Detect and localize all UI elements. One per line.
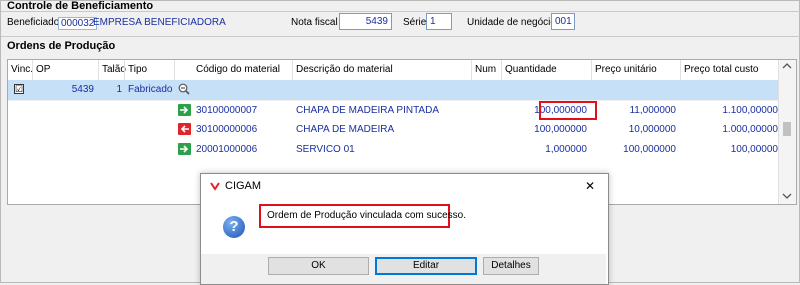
- col-talao[interactable]: Talão: [102, 64, 126, 75]
- nota-fiscal-label: Nota fiscal: [291, 17, 338, 28]
- cell-descricao: CHAPA DE MADEIRA PINTADA: [296, 105, 439, 116]
- col-divider: [174, 60, 175, 80]
- question-icon: ?: [223, 216, 245, 238]
- col-descricao[interactable]: Descrição do material: [296, 64, 393, 75]
- col-vinc[interactable]: Vinc.: [11, 64, 33, 75]
- vertical-scrollbar[interactable]: [778, 60, 796, 204]
- zoom-out-icon[interactable]: [178, 83, 190, 95]
- cell-talao: 1: [116, 84, 122, 95]
- arrow-left-red-icon: [178, 123, 191, 135]
- col-divider: [471, 60, 472, 80]
- table-row[interactable]: 30100000007 CHAPA DE MADEIRA PINTADA 100…: [8, 100, 780, 121]
- cell-preco-total: 1.100,00000: [722, 105, 778, 116]
- cell-preco-unitario: 10,000000: [628, 124, 676, 135]
- cell-preco-unitario: 100,000000: [623, 144, 676, 155]
- table-row[interactable]: 20001000006 SERVICO 01 1,000000 100,0000…: [8, 140, 780, 160]
- cigam-logo-icon: [210, 181, 220, 191]
- divider: [1, 11, 800, 12]
- ok-button[interactable]: OK: [268, 257, 369, 275]
- cell-codigo: 30100000007: [196, 105, 258, 116]
- table-row-parent[interactable]: ☑ 5439 1 Fabricado: [8, 80, 780, 100]
- col-codigo[interactable]: Código do material: [196, 64, 280, 75]
- cell-quantidade: 1,000000: [545, 144, 587, 155]
- cell-descricao: SERVICO 01: [296, 144, 355, 155]
- cell-op: 5439: [71, 84, 94, 95]
- beneficiador-code-field[interactable]: 000032: [58, 17, 98, 30]
- col-op[interactable]: OP: [36, 64, 50, 75]
- col-divider: [32, 60, 33, 80]
- unidade-field[interactable]: 001: [551, 13, 575, 30]
- close-icon[interactable]: ✕: [585, 179, 595, 193]
- section-title-ordens: Ordens de Produção: [7, 40, 116, 52]
- col-divider: [98, 60, 99, 80]
- beneficiador-name: EMPRESA BENEFICIADORA: [93, 17, 226, 28]
- cigam-dialog: CIGAM ✕ ? Ordem de Produção vinculada co…: [200, 173, 609, 285]
- dialog-titlebar: CIGAM ✕: [201, 174, 608, 198]
- dialog-title: CIGAM: [225, 180, 262, 192]
- divider: [1, 36, 800, 37]
- cell-preco-unitario: 11,000000: [629, 105, 676, 116]
- unidade-label: Unidade de negócio: [467, 17, 556, 28]
- dialog-body: ? Ordem de Produção vinculada com sucess…: [201, 198, 608, 254]
- arrow-right-green-icon: [178, 104, 191, 116]
- serie-label: Série: [403, 17, 427, 28]
- cell-quantidade: 100,000000: [534, 124, 587, 135]
- col-num[interactable]: Num: [475, 64, 496, 75]
- col-preco-unitario[interactable]: Preço unitário: [595, 64, 657, 75]
- scroll-down-icon[interactable]: [782, 192, 792, 202]
- highlight-box: [539, 101, 597, 120]
- col-tipo[interactable]: Tipo: [128, 64, 147, 75]
- col-divider: [680, 60, 681, 80]
- cell-descricao: CHAPA DE MADEIRA: [296, 124, 395, 135]
- serie-field[interactable]: 1: [426, 13, 452, 30]
- col-divider: [124, 60, 125, 80]
- cell-preco-total: 1.000,00000: [722, 124, 778, 135]
- scroll-thumb[interactable]: [783, 122, 791, 136]
- beneficiador-label: Beneficiador: [7, 17, 63, 28]
- dialog-footer: OK Editar Detalhes: [201, 254, 606, 284]
- grid-header: Vinc. OP Talão Tipo Código do material D…: [8, 60, 780, 81]
- nota-fiscal-field[interactable]: 5439: [339, 13, 392, 30]
- detalhes-button[interactable]: Detalhes: [483, 257, 539, 275]
- table-row[interactable]: 30100000006 CHAPA DE MADEIRA 100,000000 …: [8, 120, 780, 140]
- arrow-right-green-icon: [178, 143, 191, 155]
- editar-button[interactable]: Editar: [375, 257, 477, 275]
- vinc-checkbox[interactable]: ☑: [14, 84, 24, 94]
- col-preco-total[interactable]: Preço total custo: [684, 64, 758, 75]
- cell-tipo: Fabricado: [128, 84, 173, 95]
- cell-codigo: 20001000006: [196, 144, 258, 155]
- cell-codigo: 30100000006: [196, 124, 258, 135]
- scroll-up-icon[interactable]: [782, 62, 792, 72]
- cell-preco-total: 100,00000: [730, 144, 778, 155]
- col-divider: [591, 60, 592, 80]
- col-divider: [292, 60, 293, 80]
- col-quantidade[interactable]: Quantidade: [505, 64, 557, 75]
- col-divider: [501, 60, 502, 80]
- dialog-message: Ordem de Produção vinculada com sucesso.: [267, 210, 466, 221]
